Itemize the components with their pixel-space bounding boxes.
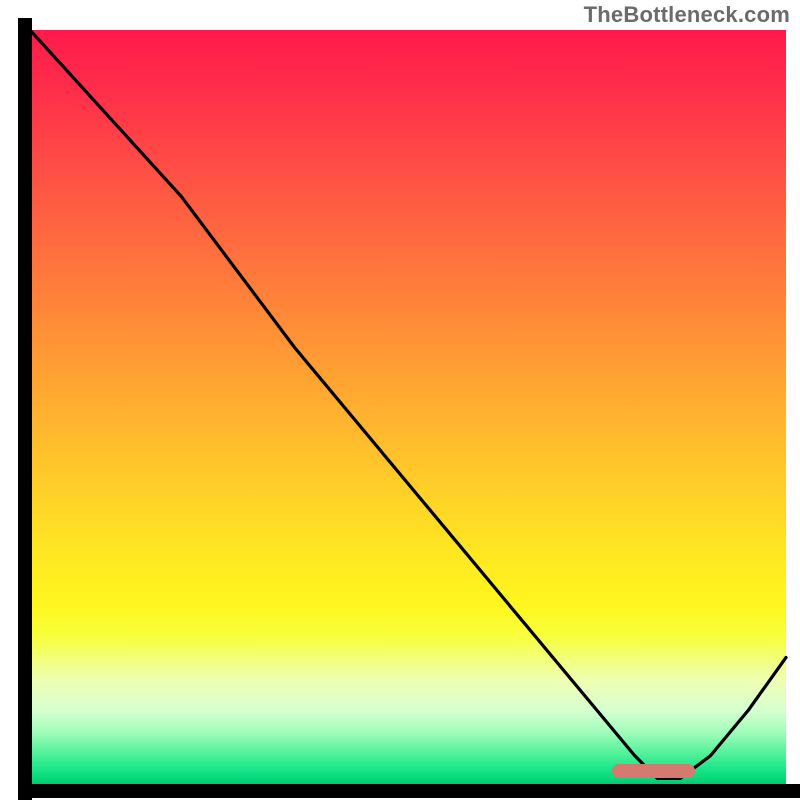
x-axis-line [18,784,800,798]
y-axis-line [18,18,32,800]
bottleneck-curve [30,30,786,778]
watermark-text: TheBottleneck.com [584,2,790,28]
optimal-range-marker [612,764,695,778]
chart-canvas: TheBottleneck.com [0,0,800,800]
plot-area [30,30,786,786]
curve-layer [30,30,786,786]
